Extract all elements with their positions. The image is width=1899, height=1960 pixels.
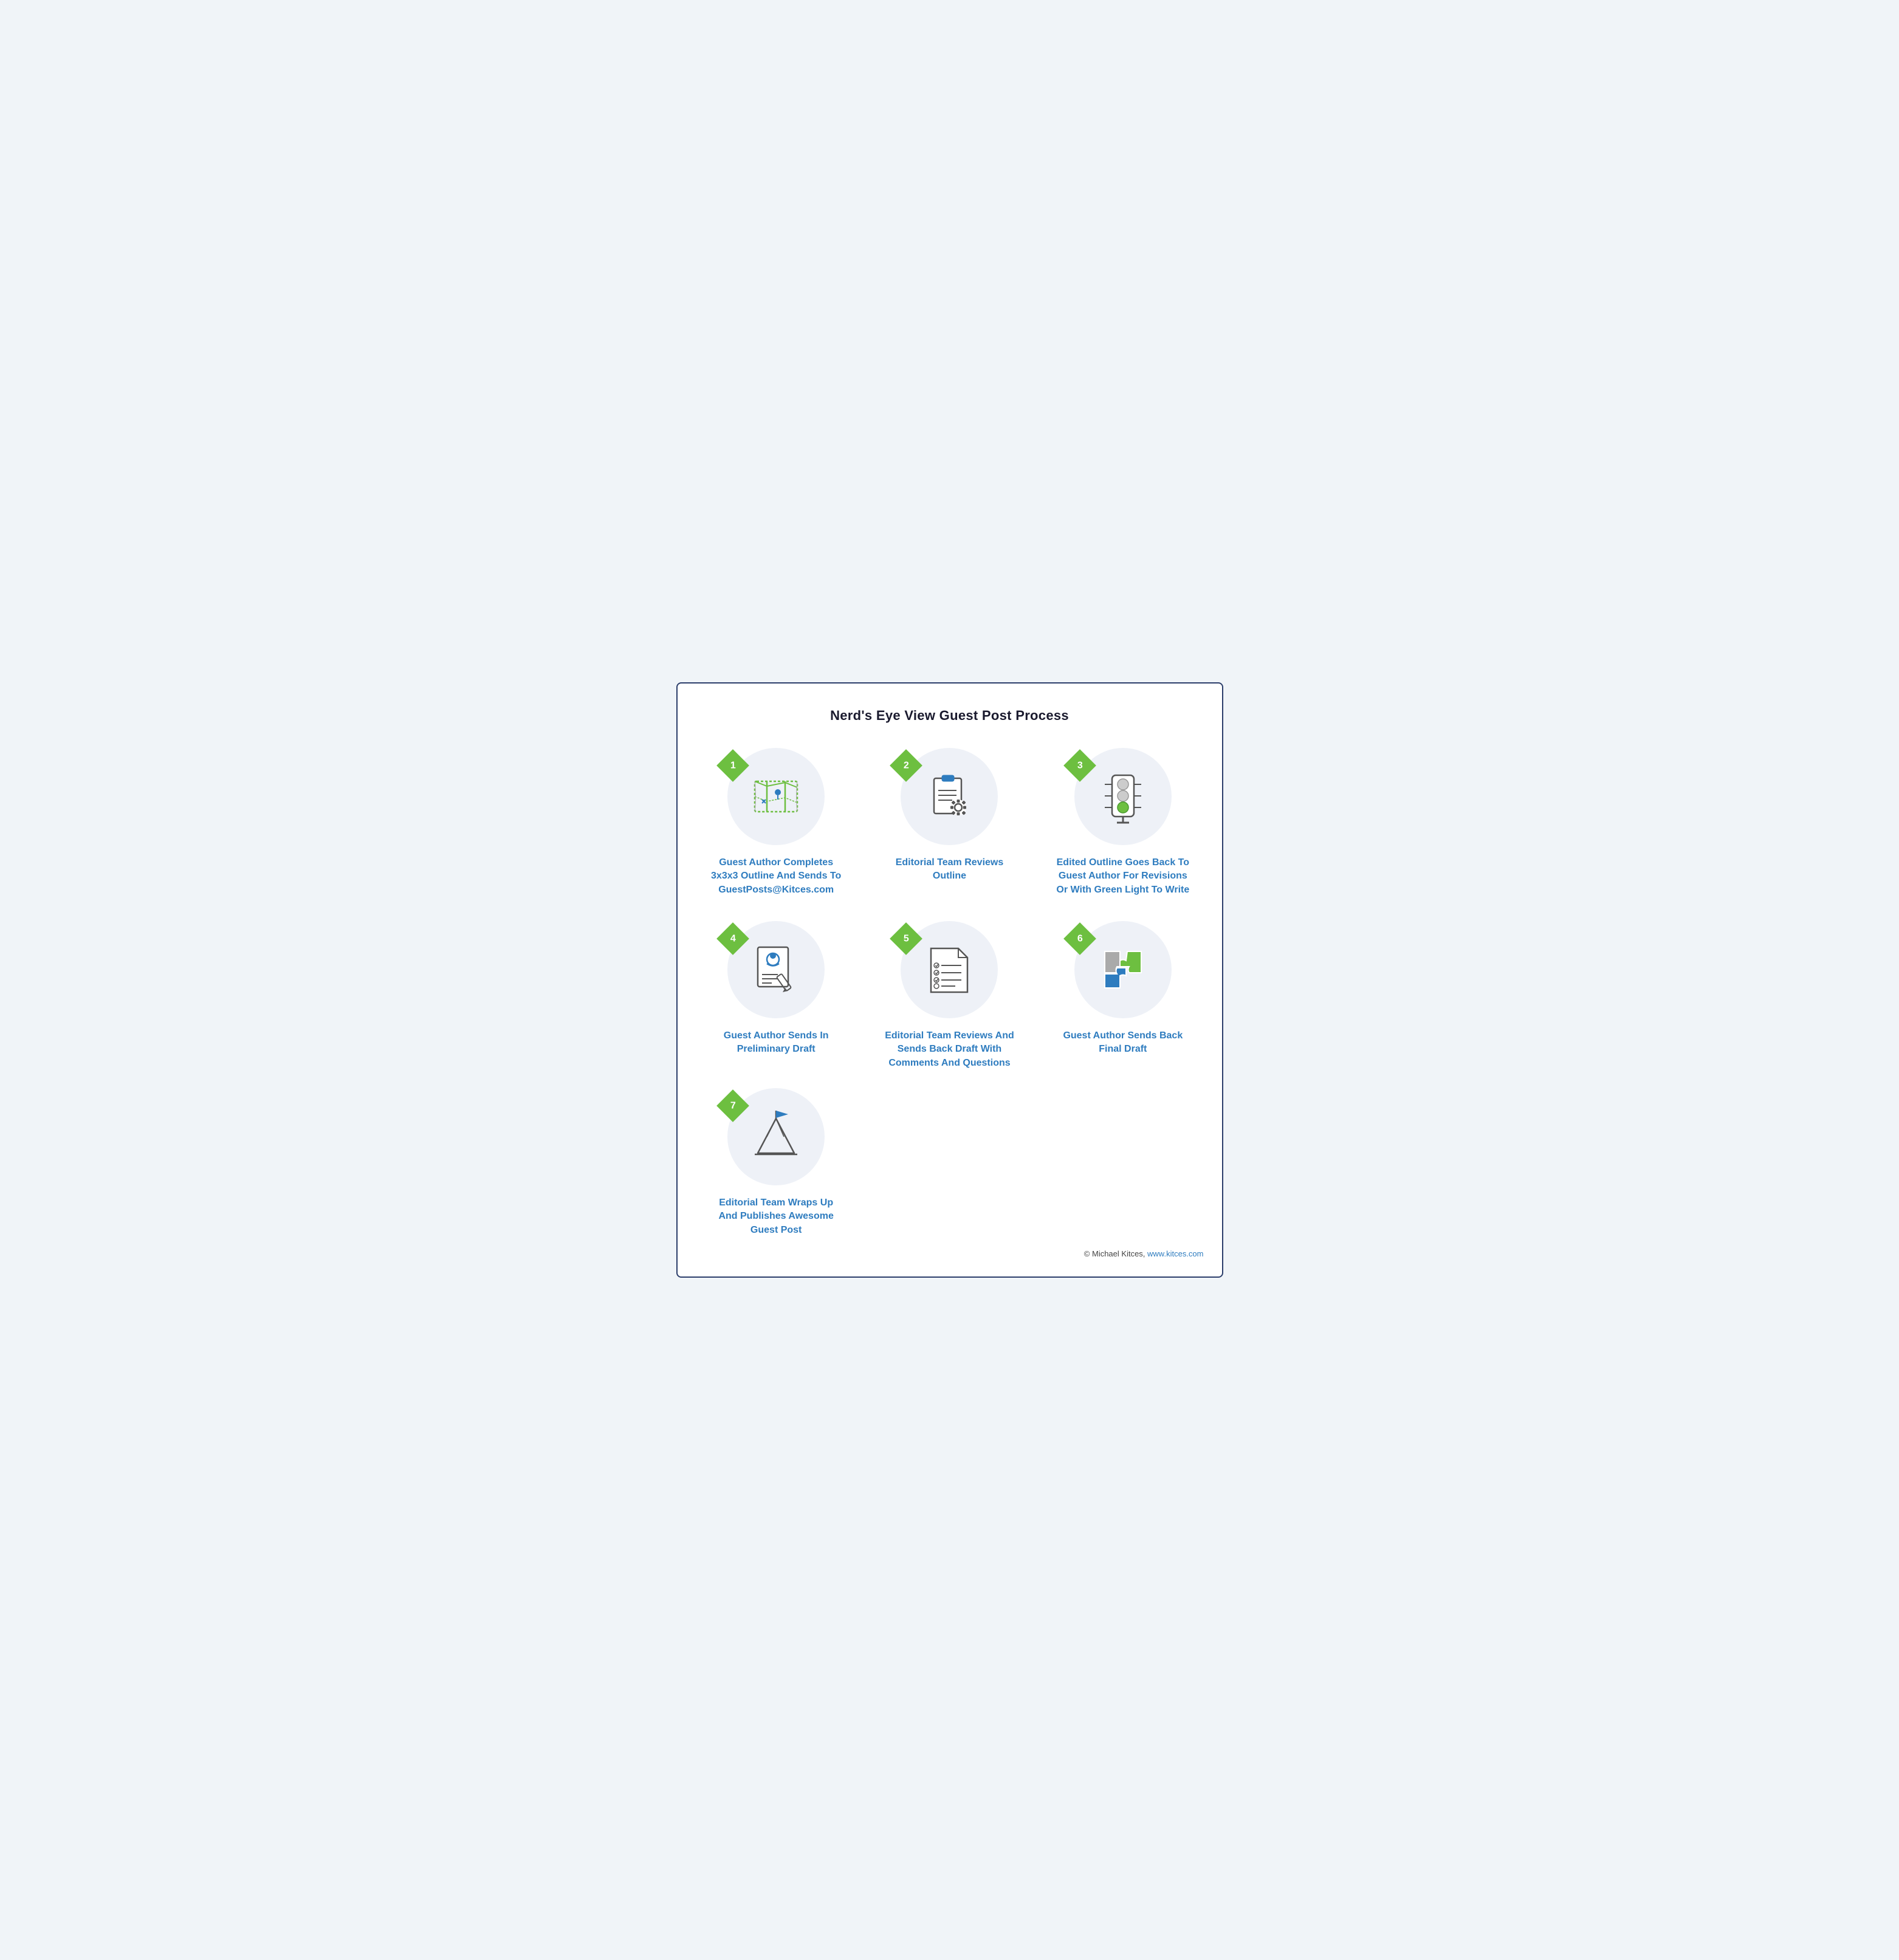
traffic-light-icon <box>1096 769 1150 824</box>
steps-grid: 1 <box>696 748 1204 1070</box>
footer: © Michael Kitces, www.kitces.com <box>696 1249 1204 1258</box>
footer-text: © Michael Kitces, <box>1084 1249 1147 1258</box>
steps-grid-bottom: 7 <box>696 1088 1204 1237</box>
step-3-label: Edited Outline Goes Back To Guest Author… <box>1056 856 1190 897</box>
step-2-icon-wrapper: 2 <box>901 748 998 845</box>
step-6: 6 Guest Author Sends Back Final Draft <box>1042 921 1203 1070</box>
step-5-icon-wrapper: 5 <box>901 921 998 1018</box>
step-5-label: Editorial Team Reviews And Sends Back Dr… <box>882 1029 1016 1070</box>
step-1-icon-wrapper: 1 <box>727 748 825 845</box>
empty-cell-1 <box>869 1088 1030 1237</box>
mountain-flag-icon <box>749 1109 803 1164</box>
step-1: 1 <box>696 748 857 897</box>
empty-cell-2 <box>1042 1088 1203 1237</box>
step-5: 5 <box>869 921 1030 1070</box>
clipboard-gear-icon <box>922 769 977 824</box>
page-title: Nerd's Eye View Guest Post Process <box>696 708 1204 724</box>
step-2: 2 <box>869 748 1030 897</box>
step-4-label: Guest Author Sends In Preliminary Draft <box>709 1029 843 1057</box>
step-6-icon-wrapper: 6 <box>1074 921 1172 1018</box>
document-pencil-icon <box>749 942 803 997</box>
step-7-label: Editorial Team Wraps Up And Publishes Aw… <box>709 1196 843 1237</box>
step-6-label: Guest Author Sends Back Final Draft <box>1056 1029 1190 1057</box>
footer-link[interactable]: www.kitces.com <box>1147 1249 1203 1258</box>
step-3: 3 <box>1042 748 1203 897</box>
step-2-label: Editorial Team Reviews Outline <box>882 856 1016 883</box>
step-3-icon-wrapper: 3 <box>1074 748 1172 845</box>
puzzle-icon <box>1096 942 1150 997</box>
map-icon <box>749 769 803 824</box>
step-4-icon-wrapper: 4 <box>727 921 825 1018</box>
step-7: 7 <box>696 1088 857 1237</box>
main-card: Nerd's Eye View Guest Post Process 1 <box>676 682 1223 1278</box>
step-1-label: Guest Author Completes 3x3x3 Outline And… <box>709 856 843 897</box>
document-checklist-icon <box>922 942 977 997</box>
step-4: 4 <box>696 921 857 1070</box>
step-7-icon-wrapper: 7 <box>727 1088 825 1185</box>
